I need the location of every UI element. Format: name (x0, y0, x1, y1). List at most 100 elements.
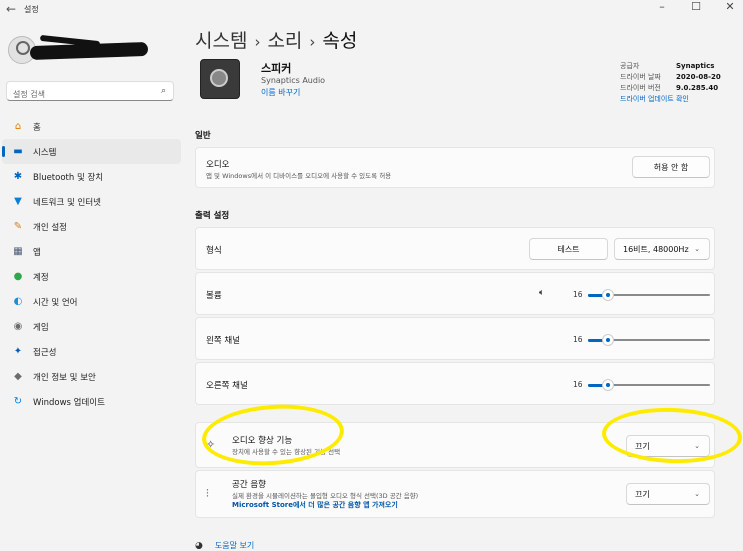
sidebar: ⌕ ⌂홈▬시스템✱Bluetooth 및 장치▼네트워크 및 인터넷✎개인 설정… (0, 24, 185, 550)
accessibility-icon: ✦ (13, 346, 23, 357)
volume-slider[interactable] (588, 289, 710, 301)
sidebar-item[interactable]: ◉ 게임 (2, 314, 181, 339)
spatial-label: 공간 음향 (232, 480, 266, 490)
volume-value: 16 (573, 290, 583, 299)
sidebar-item[interactable]: ● 계정 (2, 264, 181, 289)
sidebar-item-label: 앱 (33, 247, 41, 258)
sidebar-item-label: 게임 (33, 322, 49, 333)
wifi-icon: ▼ (14, 196, 22, 207)
enhancements-label: 오디오 향상 기능 (232, 436, 293, 446)
right-channel-value: 16 (573, 380, 583, 389)
search-icon[interactable]: ⌕ (161, 86, 166, 96)
spatial-desc: 실제 환경을 시뮬레이션하는 몰입형 오디오 형식 선택(3D 공간 음향) (232, 492, 419, 500)
sidebar-item[interactable]: ▬ 시스템 (2, 139, 181, 164)
help-link[interactable]: ◕ 도움말 보기 (195, 540, 254, 551)
audio-enhancements-card: ✧ 오디오 향상 기능 장치에 사용할 수 있는 향상된 기능 선택 끄기 ⌄ (195, 422, 715, 468)
sidebar-item-label: 계정 (33, 272, 49, 283)
left-channel-slider[interactable] (588, 334, 710, 346)
sidebar-item[interactable]: ◆ 개인 정보 및 보안 (2, 364, 181, 389)
page-title: 속성 (322, 30, 358, 52)
sidebar-item[interactable]: ↻ Windows 업데이트 (2, 389, 181, 414)
format-select[interactable]: 16비트, 48000Hz ⌄ (614, 238, 710, 260)
shield-icon: ◆ (14, 371, 22, 382)
back-button[interactable]: ← (6, 2, 16, 16)
sidebar-item[interactable]: ⌂ 홈 (2, 114, 181, 139)
enhancements-desc: 장치에 사용할 수 있는 향상된 기능 선택 (232, 448, 341, 456)
gamepad-icon: ◉ (13, 321, 23, 332)
section-general-title: 일반 (195, 131, 211, 141)
audio-desc: 앱 및 Windows에서 이 디바이스를 오디오에 사용할 수 있도록 허용 (206, 172, 392, 180)
right-channel-label: 오른쪽 채널 (206, 381, 248, 391)
sidebar-item-label: 홈 (33, 122, 41, 133)
sidebar-item-label: 네트워크 및 인터넷 (33, 197, 101, 208)
spatial-select[interactable]: 끄기 ⌄ (626, 483, 710, 505)
right-channel-slider[interactable] (588, 379, 710, 391)
audio-allow-card: 오디오 앱 및 Windows에서 이 디바이스를 오디오에 사용할 수 있도록… (195, 147, 715, 188)
close-button[interactable]: ✕ (723, 0, 737, 13)
section-output-title: 출력 설정 (195, 211, 230, 221)
driver-update-link[interactable]: 드라이버 업데이트 확인 (620, 94, 689, 105)
sidebar-item[interactable]: ▦ 앱 (2, 239, 181, 264)
sidebar-item[interactable]: ✎ 개인 설정 (2, 214, 181, 239)
sidebar-item[interactable]: ▼ 네트워크 및 인터넷 (2, 189, 181, 214)
enhancements-value: 끄기 (635, 441, 650, 451)
help-icon: ◕ (195, 540, 203, 551)
meta-key: 드라이버 버전 (620, 84, 661, 92)
driver-info: 공급자 Synaptics 드라이버 날짜 2020-08-20 드라이버 버전 9.… (620, 61, 721, 105)
title-bar: ← 설정 – ☐ ✕ (0, 0, 743, 24)
store-link[interactable]: Microsoft Store에서 더 많은 공간 음향 앱 가져오기 (232, 500, 398, 510)
sidebar-item-label: 시간 및 언어 (33, 297, 78, 308)
window-controls: – ☐ ✕ (655, 0, 737, 13)
window-title: 설정 (24, 5, 39, 14)
audio-label: 오디오 (206, 160, 230, 170)
main-content: 시스템 › 소리 › 속성 스피커 Synaptics Audio 이름 바꾸기 공급자… (195, 24, 725, 551)
sidebar-item[interactable]: ✦ 접근성 (2, 339, 181, 364)
monitor-icon: ▬ (13, 146, 23, 157)
search-input[interactable] (7, 85, 159, 104)
minimize-button[interactable]: – (655, 0, 669, 13)
sidebar-item[interactable]: ◐ 시간 및 언어 (2, 289, 181, 314)
chevron-down-icon: ⌄ (694, 442, 700, 450)
spatial-sound-icon: ⫶ (206, 487, 209, 500)
help-label: 도움말 보기 (214, 541, 255, 550)
speaker-volume-icon[interactable]: 🔈︎ (539, 288, 544, 298)
rename-link[interactable]: 이름 바꾸기 (261, 87, 300, 98)
home-icon: ⌂ (14, 121, 22, 132)
chevron-down-icon: ⌄ (694, 490, 700, 498)
meta-key: 공급자 (620, 62, 640, 70)
volume-card: 볼륨 🔈︎ 16 (195, 272, 715, 315)
sidebar-item[interactable]: ✱ Bluetooth 및 장치 (2, 164, 181, 189)
globe-icon: ◐ (13, 296, 23, 307)
test-button[interactable]: 테스트 (529, 238, 608, 260)
sidebar-item-label: 개인 설정 (33, 222, 67, 233)
device-vendor: Synaptics Audio (261, 76, 326, 85)
format-label: 형식 (206, 246, 222, 256)
disallow-button[interactable]: 허용 안 함 (632, 156, 710, 178)
sidebar-item-label: Windows 업데이트 (33, 397, 105, 408)
breadcrumb: 시스템 › 소리 › 속성 (195, 26, 357, 53)
slider-thumb[interactable] (601, 289, 614, 301)
sidebar-item-label: 개인 정보 및 보안 (33, 372, 96, 383)
slider-thumb[interactable] (601, 334, 614, 346)
spatial-sound-card: ⫶ 공간 음향 실제 환경을 시뮬레이션하는 몰입형 오디오 형식 선택(3D … (195, 470, 715, 518)
sidebar-nav: ⌂ 홈 ▬ 시스템 ✱ Bluetooth 및 장치 ▼ 네트워크 및 인터넷 ✎ 개인 설정 ▦ 앱… (0, 114, 185, 414)
device-name: 스피커 (261, 62, 292, 75)
slider-thumb[interactable] (601, 379, 614, 391)
breadcrumb-system[interactable]: 시스템 (195, 30, 247, 52)
left-channel-label: 왼쪽 채널 (206, 336, 240, 346)
update-icon: ↻ (13, 396, 23, 407)
breadcrumb-sound[interactable]: 소리 (267, 30, 302, 52)
enhancements-select[interactable]: 끄기 ⌄ (626, 435, 710, 457)
format-card: 형식 테스트 16비트, 48000Hz ⌄ (195, 227, 715, 270)
sidebar-item-label: Bluetooth 및 장치 (33, 172, 104, 183)
device-image (200, 59, 260, 105)
chevron-down-icon: ⌄ (694, 245, 700, 253)
meta-key: 드라이버 날짜 (620, 73, 661, 81)
person-icon: ● (13, 271, 23, 282)
meta-value: 9.0.285.40 (676, 84, 719, 92)
maximize-button[interactable]: ☐ (689, 0, 703, 13)
meta-value: 2020-08-20 (676, 73, 721, 81)
spatial-value: 끄기 (635, 489, 650, 499)
volume-label: 볼륨 (206, 291, 222, 301)
brush-icon: ✎ (13, 221, 23, 232)
